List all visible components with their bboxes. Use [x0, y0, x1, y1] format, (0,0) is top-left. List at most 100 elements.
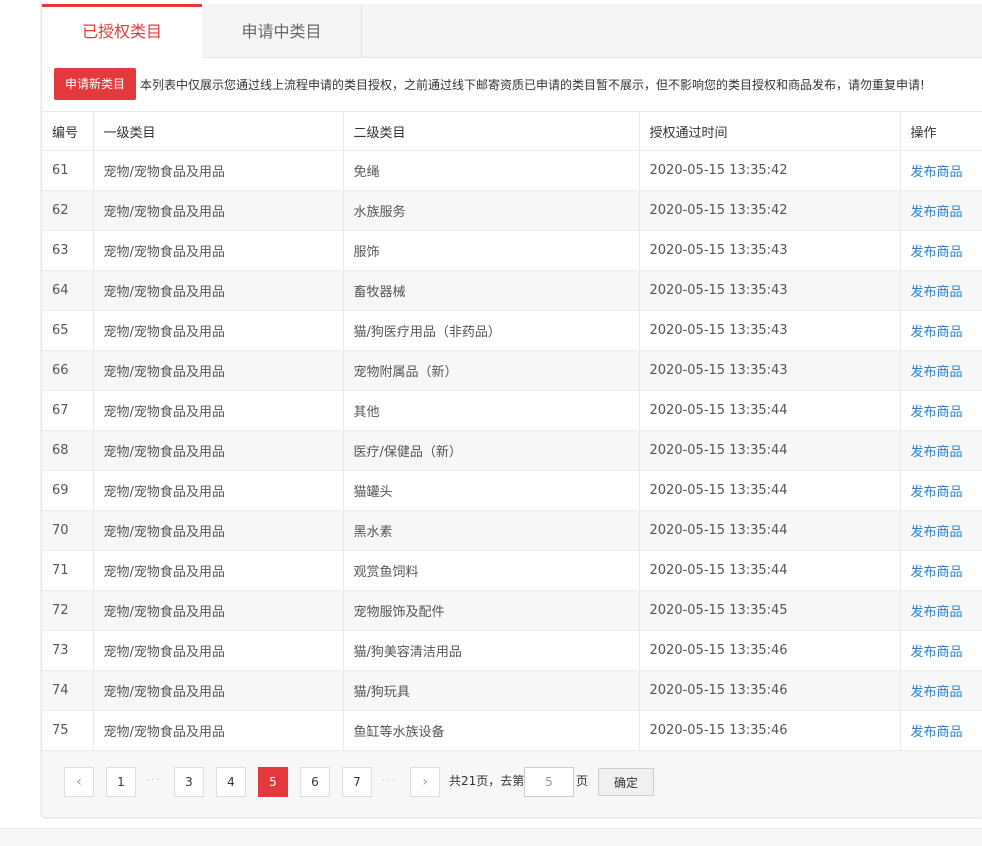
cell-time: 2020-05-15 13:35:44 — [639, 430, 901, 471]
cell-level2: 服饰 — [343, 230, 640, 271]
table-row: 66 宠物/宠物食品及用品 宠物附属品（新） 2020-05-15 13:35:43 发… — [42, 350, 982, 391]
cell-level2: 观赏鱼饲料 — [343, 550, 640, 591]
page-5-button-current[interactable]: 5 — [258, 767, 288, 797]
prev-page-button[interactable]: ‹ — [64, 767, 94, 797]
cell-id: 70 — [42, 510, 94, 551]
cell-level2: 猫/狗医疗用品（非药品） — [343, 310, 640, 351]
cell-time: 2020-05-15 13:35:44 — [639, 390, 901, 431]
page-unit-label: 页 — [576, 774, 589, 788]
cell-level2: 畜牧器械 — [343, 270, 640, 311]
table-row: 69 宠物/宠物食品及用品 猫罐头 2020-05-15 13:35:44 发布商品 — [42, 470, 982, 511]
cell-level1: 宠物/宠物食品及用品 — [93, 550, 344, 591]
cell-action: 发布商品 — [900, 470, 982, 511]
cell-id: 75 — [42, 710, 94, 751]
cell-time: 2020-05-15 13:35:46 — [639, 710, 901, 751]
table-row: 63 宠物/宠物食品及用品 服饰 2020-05-15 13:35:43 发布商品 — [42, 230, 982, 271]
publish-product-link[interactable]: 发布商品 — [911, 365, 963, 380]
cell-id: 73 — [42, 630, 94, 671]
cell-action: 发布商品 — [900, 550, 982, 591]
header-level1: 一级类目 — [93, 111, 344, 151]
header-id: 编号 — [42, 111, 94, 151]
cell-time: 2020-05-15 13:35:44 — [639, 470, 901, 511]
cell-time: 2020-05-15 13:35:44 — [639, 510, 901, 551]
pagination-ellipsis-right: ··· — [382, 775, 398, 786]
category-table: 编号 一级类目 二级类目 授权通过时间 操作 61 宠物/宠物食品及用品 免绳 202… — [42, 111, 982, 751]
publish-product-link[interactable]: 发布商品 — [911, 405, 963, 420]
page-1-button[interactable]: 1 — [106, 767, 136, 797]
cell-action: 发布商品 — [900, 670, 982, 711]
cell-id: 64 — [42, 270, 94, 311]
cell-action: 发布商品 — [900, 590, 982, 631]
publish-product-link[interactable]: 发布商品 — [911, 165, 963, 180]
table-row: 70 宠物/宠物食品及用品 黑水素 2020-05-15 13:35:44 发布商品 — [42, 510, 982, 551]
tab-bar: 已授权类目 申请中类目 — [42, 4, 982, 58]
goto-confirm-button[interactable]: 确定 — [598, 768, 654, 796]
header-level2: 二级类目 — [343, 111, 640, 151]
cell-time: 2020-05-15 13:35:46 — [639, 630, 901, 671]
goto-page-input[interactable] — [524, 767, 574, 797]
table-row: 72 宠物/宠物食品及用品 宠物服饰及配件 2020-05-15 13:35:45 发布… — [42, 590, 982, 631]
tab-authorized[interactable]: 已授权类目 — [42, 4, 202, 58]
publish-product-link[interactable]: 发布商品 — [911, 445, 963, 460]
publish-product-link[interactable]: 发布商品 — [911, 285, 963, 300]
tab-pending[interactable]: 申请中类目 — [202, 4, 362, 57]
publish-product-link[interactable]: 发布商品 — [911, 725, 963, 740]
table-row: 68 宠物/宠物食品及用品 医疗/保健品（新） 2020-05-15 13:35:44… — [42, 430, 982, 471]
publish-product-link[interactable]: 发布商品 — [911, 645, 963, 660]
notice-text: 本列表中仅展示您通过线上流程申请的类目授权，之前通过线下邮寄资质已申请的类目暂不… — [140, 77, 925, 92]
page-footer-strip — [0, 828, 982, 846]
cell-level1: 宠物/宠物食品及用品 — [93, 310, 344, 351]
cell-level2: 宠物附属品（新） — [343, 350, 640, 391]
cell-action: 发布商品 — [900, 710, 982, 751]
cell-level1: 宠物/宠物食品及用品 — [93, 230, 344, 271]
publish-product-link[interactable]: 发布商品 — [911, 205, 963, 220]
table-row: 65 宠物/宠物食品及用品 猫/狗医疗用品（非药品） 2020-05-15 13:35… — [42, 310, 982, 351]
cell-id: 72 — [42, 590, 94, 631]
cell-id: 66 — [42, 350, 94, 391]
page-3-button[interactable]: 3 — [174, 767, 204, 797]
cell-level1: 宠物/宠物食品及用品 — [93, 430, 344, 471]
table-header-row: 编号 一级类目 二级类目 授权通过时间 操作 — [42, 111, 982, 151]
apply-new-category-button[interactable]: 申请新类目 — [54, 68, 137, 100]
publish-product-link[interactable]: 发布商品 — [911, 685, 963, 700]
publish-product-link[interactable]: 发布商品 — [911, 485, 963, 500]
cell-level1: 宠物/宠物食品及用品 — [93, 510, 344, 551]
cell-level2: 猫/狗美容清洁用品 — [343, 630, 640, 671]
table-row: 67 宠物/宠物食品及用品 其他 2020-05-15 13:35:44 发布商品 — [42, 390, 982, 431]
cell-action: 发布商品 — [900, 630, 982, 671]
cell-level2: 免绳 — [343, 150, 640, 191]
cell-time: 2020-05-15 13:35:43 — [639, 310, 901, 351]
cell-action: 发布商品 — [900, 310, 982, 351]
cell-id: 71 — [42, 550, 94, 591]
cell-id: 74 — [42, 670, 94, 711]
publish-product-link[interactable]: 发布商品 — [911, 605, 963, 620]
publish-product-link[interactable]: 发布商品 — [911, 565, 963, 580]
cell-level1: 宠物/宠物食品及用品 — [93, 350, 344, 391]
cell-level2: 鱼缸等水族设备 — [343, 710, 640, 751]
publish-product-link[interactable]: 发布商品 — [911, 325, 963, 340]
cell-level1: 宠物/宠物食品及用品 — [93, 190, 344, 231]
cell-id: 65 — [42, 310, 94, 351]
page-4-button[interactable]: 4 — [216, 767, 246, 797]
cell-time: 2020-05-15 13:35:43 — [639, 230, 901, 271]
cell-level2: 猫罐头 — [343, 470, 640, 511]
total-pages-text: 共21页，去第 — [449, 774, 525, 788]
cell-level1: 宠物/宠物食品及用品 — [93, 590, 344, 631]
next-page-button[interactable]: › — [410, 767, 440, 797]
table-row: 61 宠物/宠物食品及用品 免绳 2020-05-15 13:35:42 发布商品 — [42, 150, 982, 191]
page-7-button[interactable]: 7 — [342, 767, 372, 797]
pagination-ellipsis-left: ··· — [146, 775, 162, 786]
cell-id: 63 — [42, 230, 94, 271]
table-row: 62 宠物/宠物食品及用品 水族服务 2020-05-15 13:35:42 发布商品 — [42, 190, 982, 231]
table-row: 75 宠物/宠物食品及用品 鱼缸等水族设备 2020-05-15 13:35:46 发布… — [42, 710, 982, 751]
cell-id: 69 — [42, 470, 94, 511]
cell-level1: 宠物/宠物食品及用品 — [93, 150, 344, 191]
header-time: 授权通过时间 — [639, 111, 901, 151]
cell-level1: 宠物/宠物食品及用品 — [93, 630, 344, 671]
notice-bar: 申请新类目 本列表中仅展示您通过线上流程申请的类目授权，之前通过线下邮寄资质已申… — [54, 68, 925, 100]
cell-id: 67 — [42, 390, 94, 431]
cell-level1: 宠物/宠物食品及用品 — [93, 670, 344, 711]
publish-product-link[interactable]: 发布商品 — [911, 525, 963, 540]
publish-product-link[interactable]: 发布商品 — [911, 245, 963, 260]
page-6-button[interactable]: 6 — [300, 767, 330, 797]
